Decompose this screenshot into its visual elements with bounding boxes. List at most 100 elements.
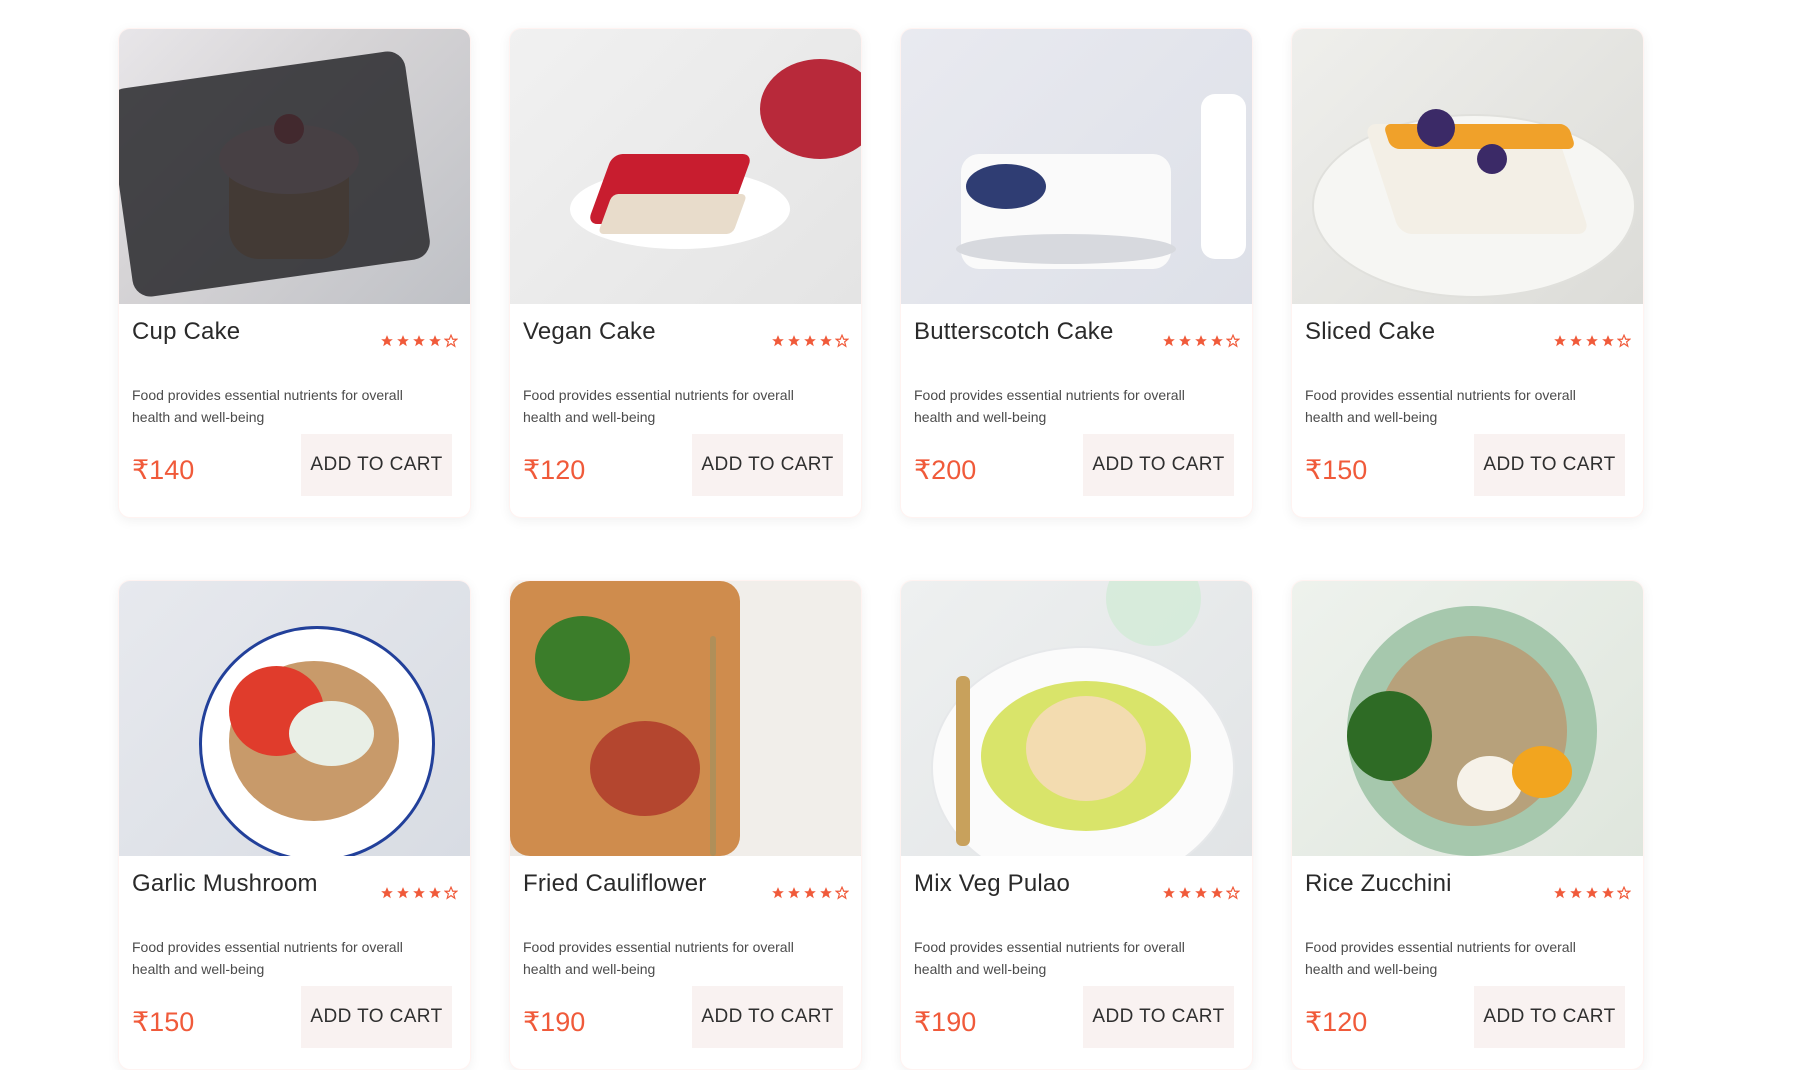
mix-veg-pulao-image — [901, 581, 1252, 856]
product-card[interactable]: Rice Zucchini Food provides essential nu… — [1291, 580, 1644, 1070]
product-price: ₹140 — [132, 455, 195, 485]
product-description: Food provides essential nutrients for ov… — [1305, 939, 1576, 977]
vegan-cake-image — [510, 29, 861, 304]
product-card[interactable]: Cup Cake Food provides essential nutrien… — [118, 28, 471, 518]
product-body: Sliced Cake Food provides essential nutr… — [1292, 304, 1643, 517]
product-price: ₹150 — [132, 1007, 195, 1037]
product-description: Food provides essential nutrients for ov… — [1305, 387, 1576, 425]
product-card[interactable]: Sliced Cake Food provides essential nutr… — [1291, 28, 1644, 518]
product-title: Sliced Cake — [1305, 318, 1436, 345]
star-filled-icon — [1586, 335, 1598, 347]
product-body: Mix Veg Pulao Food provides essential nu… — [901, 856, 1252, 1069]
star-filled-icon — [1602, 335, 1614, 347]
star-filled-icon — [429, 887, 441, 899]
star-filled-icon — [397, 887, 409, 899]
product-grid: Cup Cake Food provides essential nutrien… — [118, 28, 1644, 1070]
sliced-cake-image — [1292, 29, 1643, 304]
star-filled-icon — [429, 335, 441, 347]
star-filled-icon — [413, 335, 425, 347]
product-description: Food provides essential nutrients for ov… — [132, 939, 403, 977]
product-body: Cup Cake Food provides essential nutrien… — [119, 304, 470, 517]
rating-stars — [380, 886, 458, 900]
star-outline-icon — [1617, 886, 1631, 900]
star-outline-icon — [1226, 334, 1240, 348]
add-to-cart-button[interactable]: ADD TO CART — [301, 434, 452, 496]
star-filled-icon — [804, 887, 816, 899]
rice-zucchini-image — [1292, 581, 1643, 856]
product-body: Garlic Mushroom Food provides essential … — [119, 856, 470, 1069]
star-filled-icon — [381, 335, 393, 347]
add-to-cart-button[interactable]: ADD TO CART — [1083, 434, 1234, 496]
product-title: Rice Zucchini — [1305, 870, 1452, 897]
star-filled-icon — [788, 887, 800, 899]
product-price: ₹190 — [523, 1007, 586, 1037]
star-filled-icon — [772, 335, 784, 347]
add-to-cart-button[interactable]: ADD TO CART — [1083, 986, 1234, 1048]
rating-stars — [1162, 334, 1240, 348]
add-to-cart-button[interactable]: ADD TO CART — [301, 986, 452, 1048]
product-title: Fried Cauliflower — [523, 870, 707, 897]
product-title: Cup Cake — [132, 318, 241, 345]
product-title: Garlic Mushroom — [132, 870, 318, 897]
product-card[interactable]: Vegan Cake Food provides essential nutri… — [509, 28, 862, 518]
product-card[interactable]: Butterscotch Cake Food provides essentia… — [900, 28, 1253, 518]
add-to-cart-button[interactable]: ADD TO CART — [692, 986, 843, 1048]
star-filled-icon — [1211, 887, 1223, 899]
product-body: Vegan Cake Food provides essential nutri… — [510, 304, 861, 517]
product-card[interactable]: Mix Veg Pulao Food provides essential nu… — [900, 580, 1253, 1070]
star-filled-icon — [1602, 887, 1614, 899]
product-description: Food provides essential nutrients for ov… — [914, 939, 1185, 977]
product-description: Food provides essential nutrients for ov… — [914, 387, 1185, 425]
star-filled-icon — [1195, 335, 1207, 347]
star-filled-icon — [1163, 887, 1175, 899]
add-to-cart-button[interactable]: ADD TO CART — [1474, 986, 1625, 1048]
star-filled-icon — [1570, 335, 1582, 347]
rating-stars — [1553, 334, 1631, 348]
garlic-mushroom-image — [119, 581, 470, 856]
rating-stars — [1162, 886, 1240, 900]
product-description: Food provides essential nutrients for ov… — [523, 387, 794, 425]
product-price: ₹120 — [1305, 1007, 1368, 1037]
butterscotch-cake-image — [901, 29, 1252, 304]
rating-stars — [380, 334, 458, 348]
cupcake-image — [119, 29, 470, 304]
star-filled-icon — [1570, 887, 1582, 899]
rating-stars — [1553, 886, 1631, 900]
product-card[interactable]: Garlic Mushroom Food provides essential … — [118, 580, 471, 1070]
star-filled-icon — [804, 335, 816, 347]
star-filled-icon — [1179, 335, 1191, 347]
star-filled-icon — [1554, 887, 1566, 899]
add-to-cart-button[interactable]: ADD TO CART — [692, 434, 843, 496]
star-filled-icon — [820, 335, 832, 347]
product-price: ₹200 — [914, 455, 977, 485]
star-filled-icon — [1179, 887, 1191, 899]
product-price: ₹120 — [523, 455, 586, 485]
product-card[interactable]: Fried Cauliflower Food provides essentia… — [509, 580, 862, 1070]
add-to-cart-button[interactable]: ADD TO CART — [1474, 434, 1625, 496]
rating-stars — [771, 334, 849, 348]
star-filled-icon — [1195, 887, 1207, 899]
product-body: Rice Zucchini Food provides essential nu… — [1292, 856, 1643, 1069]
star-outline-icon — [444, 886, 458, 900]
star-filled-icon — [788, 335, 800, 347]
rating-stars — [771, 886, 849, 900]
star-filled-icon — [820, 887, 832, 899]
star-filled-icon — [1163, 335, 1175, 347]
star-filled-icon — [1586, 887, 1598, 899]
star-filled-icon — [772, 887, 784, 899]
star-outline-icon — [1617, 334, 1631, 348]
product-price: ₹150 — [1305, 455, 1368, 485]
star-filled-icon — [1211, 335, 1223, 347]
star-outline-icon — [835, 334, 849, 348]
star-filled-icon — [381, 887, 393, 899]
product-body: Butterscotch Cake Food provides essentia… — [901, 304, 1252, 517]
product-price: ₹190 — [914, 1007, 977, 1037]
product-description: Food provides essential nutrients for ov… — [523, 939, 794, 977]
product-title: Butterscotch Cake — [914, 318, 1114, 345]
star-outline-icon — [1226, 886, 1240, 900]
product-title: Vegan Cake — [523, 318, 656, 345]
star-filled-icon — [397, 335, 409, 347]
fried-cauliflower-image — [510, 581, 861, 856]
star-filled-icon — [1554, 335, 1566, 347]
product-title: Mix Veg Pulao — [914, 870, 1071, 897]
